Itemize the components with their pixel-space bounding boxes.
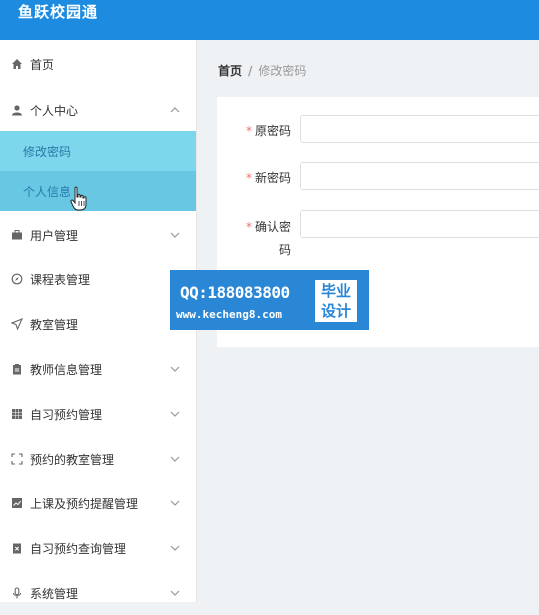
briefcase-icon bbox=[10, 228, 24, 242]
watermark-url: www.kecheng8.com bbox=[176, 308, 282, 321]
home-icon bbox=[10, 57, 24, 71]
submenu-item-label: 修改密码 bbox=[23, 144, 72, 159]
hand-cursor-icon bbox=[70, 186, 87, 211]
sidebar-item-schedule-management[interactable]: 课程表管理 bbox=[0, 257, 196, 301]
chevron-down-icon bbox=[170, 590, 180, 596]
required-mark: * bbox=[245, 124, 252, 138]
new-password-label: * 新密码 bbox=[245, 171, 291, 185]
fullscreen-icon bbox=[10, 452, 24, 466]
chevron-down-icon bbox=[170, 500, 180, 506]
sidebar-item-system-management[interactable]: 系统管理 bbox=[0, 571, 196, 615]
chevron-down-icon bbox=[170, 232, 180, 238]
chevron-up-icon bbox=[170, 107, 180, 113]
sidebar-item-label: 用户管理 bbox=[30, 228, 79, 243]
watermark-qq: QQ:188083800 bbox=[180, 283, 290, 302]
sidebar-item-label: 自习预约管理 bbox=[30, 407, 103, 422]
clipboard-icon bbox=[10, 362, 24, 376]
sidebar-item-label: 教师信息管理 bbox=[30, 362, 103, 377]
sidebar-item-label: 自习预约查询管理 bbox=[30, 541, 127, 556]
sidebar-item-label: 个人中心 bbox=[30, 103, 79, 118]
sidebar-item-label: 首页 bbox=[30, 57, 55, 72]
sidebar-item-label: 预约的教室管理 bbox=[30, 452, 115, 467]
grid-icon bbox=[10, 407, 24, 421]
submenu-item-personal-info[interactable]: 个人信息 bbox=[0, 171, 196, 211]
breadcrumb: 首页 / 修改密码 bbox=[218, 62, 306, 79]
submenu-item-change-password[interactable]: 修改密码 bbox=[0, 131, 196, 171]
watermark-badge: 毕业 设计 bbox=[315, 280, 357, 322]
new-password-input[interactable] bbox=[300, 162, 539, 190]
sidebar-item-booked-classroom-management[interactable]: 预约的教室管理 bbox=[0, 437, 196, 481]
top-header: 鱼跃校园通 bbox=[0, 0, 539, 40]
breadcrumb-separator: / bbox=[248, 64, 253, 78]
breadcrumb-home[interactable]: 首页 bbox=[218, 64, 242, 78]
sidebar-item-personal-center[interactable]: 个人中心 bbox=[0, 88, 196, 132]
sidebar-item-label: 系统管理 bbox=[30, 586, 79, 601]
sidebar-item-classroom-management[interactable]: 教室管理 bbox=[0, 302, 196, 346]
sidebar-item-label: 上课及预约提醒管理 bbox=[30, 496, 139, 511]
microphone-icon bbox=[10, 586, 24, 600]
sidebar-item-label: 课程表管理 bbox=[30, 272, 91, 287]
breadcrumb-current: 修改密码 bbox=[258, 64, 307, 78]
chevron-down-icon bbox=[170, 411, 180, 417]
app-title: 鱼跃校园通 bbox=[18, 3, 99, 21]
compass-icon bbox=[10, 272, 24, 286]
chevron-down-icon bbox=[170, 456, 180, 462]
sidebar-item-reminder-management[interactable]: 上课及预约提醒管理 bbox=[0, 481, 196, 525]
old-password-label: * 原密码 bbox=[245, 124, 291, 138]
required-mark: * bbox=[245, 171, 252, 185]
send-icon bbox=[10, 317, 24, 331]
sidebar-item-study-booking-management[interactable]: 自习预约管理 bbox=[0, 392, 196, 436]
submenu-item-label: 个人信息 bbox=[23, 184, 72, 199]
user-icon bbox=[10, 103, 24, 117]
confirm-password-label: * 确认密 码 bbox=[245, 220, 291, 257]
confirm-password-input[interactable] bbox=[300, 210, 539, 238]
chevron-down-icon bbox=[170, 366, 180, 372]
sidebar-item-teacher-management[interactable]: 教师信息管理 bbox=[0, 347, 196, 391]
sidebar-item-user-management[interactable]: 用户管理 bbox=[0, 213, 196, 257]
old-password-input[interactable] bbox=[300, 115, 539, 143]
watermark-banner: QQ:188083800 www.kecheng8.com 毕业 设计 bbox=[170, 270, 369, 330]
required-mark: * bbox=[245, 220, 252, 234]
chevron-down-icon bbox=[170, 545, 180, 551]
delete-doc-icon bbox=[10, 541, 24, 555]
sidebar-item-booking-query-management[interactable]: 自习预约查询管理 bbox=[0, 526, 196, 570]
sidebar-item-label: 教室管理 bbox=[30, 317, 79, 332]
sidebar-item-home[interactable]: 首页 bbox=[0, 42, 196, 86]
chart-icon bbox=[10, 496, 24, 510]
